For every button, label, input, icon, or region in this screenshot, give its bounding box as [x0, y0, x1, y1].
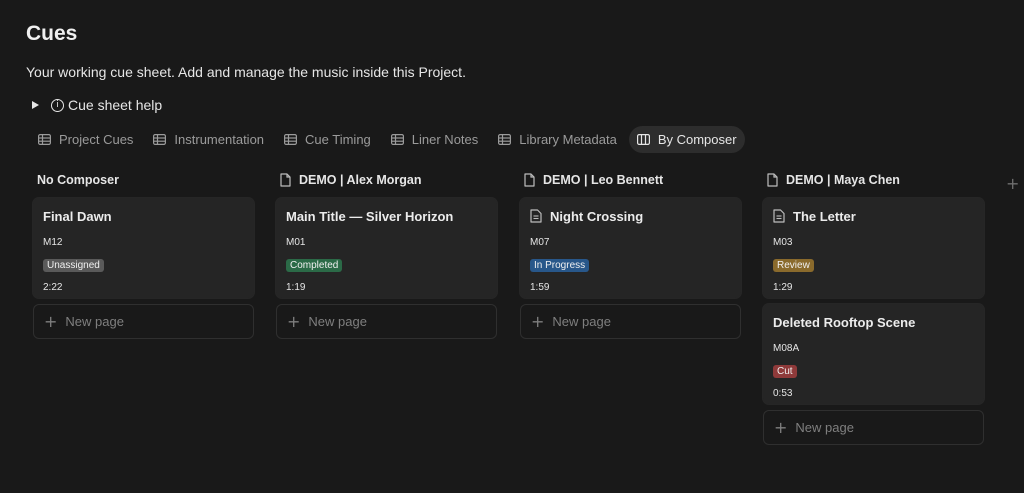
status-badge: In Progress — [530, 259, 590, 272]
card-title: Final Dawn — [43, 208, 112, 224]
page-description: Your working cue sheet. Add and manage t… — [26, 64, 466, 80]
cue-number: M07 — [530, 237, 550, 248]
plus-icon: + — [287, 312, 301, 331]
tab-instrumentation[interactable]: Instrumentation — [145, 126, 272, 153]
new-page-button[interactable]: + New page — [763, 410, 984, 445]
cue-card[interactable]: Main Title — Silver Horizon M01 Completed 1… — [276, 198, 497, 298]
card-title: Night Crossing — [550, 208, 644, 224]
document-icon — [530, 209, 542, 223]
cue-duration: 1:19 — [286, 282, 306, 293]
document-icon — [773, 209, 785, 223]
tab-label: Cue Timing — [305, 132, 371, 147]
column-header[interactable]: DEMO | Maya Chen — [763, 170, 984, 190]
cue-duration: 2:22 — [43, 282, 63, 293]
status-badge: Completed — [286, 259, 343, 272]
new-page-button[interactable]: + New page — [33, 304, 254, 339]
column-title: DEMO | Alex Morgan — [299, 173, 422, 187]
add-group-icon[interactable]: + — [1006, 174, 1019, 193]
tab-project-cues[interactable]: Project Cues — [30, 126, 141, 153]
board-column: No Composer Final Dawn M12 Unassigned 2:22 + N… — [33, 170, 254, 339]
table-icon — [38, 134, 51, 145]
tab-by-composer[interactable]: By Composer — [628, 126, 745, 153]
card-title: Main Title — Silver Horizon — [286, 208, 454, 224]
page-icon — [280, 173, 291, 187]
board-column: DEMO | Alex Morgan Main Title — Silver Ho… — [276, 170, 497, 339]
info-icon: i — [51, 98, 64, 112]
page-icon — [767, 173, 778, 187]
tab-label: By Composer — [657, 132, 737, 147]
column-header[interactable]: DEMO | Alex Morgan — [276, 170, 497, 190]
new-page-label: New page — [308, 314, 367, 329]
status-badge: Review — [773, 259, 814, 272]
cue-card[interactable]: The Letter M03 Review 1:29 — [763, 198, 984, 298]
tab-label: Project Cues — [59, 132, 134, 147]
board-column: DEMO | Maya Chen The Letter M03 Review 1:29 D… — [763, 170, 984, 445]
tab-library-metadata[interactable]: Library Metadata — [490, 126, 625, 153]
card-title: The Letter — [793, 208, 856, 224]
plus-icon: + — [531, 312, 545, 331]
cue-card[interactable]: Night Crossing M07 In Progress 1:59 — [520, 198, 741, 298]
tab-label: Instrumentation — [174, 132, 265, 147]
page-icon — [524, 173, 535, 187]
cue-number: M08A — [773, 343, 800, 354]
help-label: Cue sheet help — [68, 97, 163, 113]
new-page-label: New page — [552, 314, 611, 329]
column-header[interactable]: No Composer — [33, 170, 254, 190]
tab-liner-notes[interactable]: Liner Notes — [383, 126, 486, 153]
cue-sheet-help-toggle[interactable]: i Cue sheet help — [32, 97, 162, 113]
card-title-row: Deleted Rooftop Scene — [773, 314, 974, 330]
new-page-label: New page — [795, 420, 854, 435]
triangle-right-icon — [32, 101, 39, 109]
tab-cue-timing[interactable]: Cue Timing — [276, 126, 379, 153]
board-column: DEMO | Leo Bennett Night Crossing M07 In Pr… — [520, 170, 741, 339]
cue-duration: 1:29 — [773, 282, 793, 293]
cue-card[interactable]: Deleted Rooftop Scene M08A Cut 0:53 — [763, 304, 984, 404]
cue-number: M12 — [43, 237, 63, 248]
card-title-row: Final Dawn — [43, 208, 244, 224]
tab-label: Library Metadata — [519, 132, 617, 147]
page-title: Cues — [26, 22, 78, 45]
status-badge: Cut — [773, 365, 797, 378]
cue-card[interactable]: Final Dawn M12 Unassigned 2:22 — [33, 198, 254, 298]
new-page-button[interactable]: + New page — [520, 304, 741, 339]
table-icon — [390, 134, 404, 145]
card-title-row: Night Crossing — [530, 208, 731, 224]
card-title-row: The Letter — [773, 208, 974, 224]
table-icon — [498, 134, 512, 145]
new-page-label: New page — [65, 314, 124, 329]
cue-duration: 1:59 — [530, 282, 550, 293]
card-title: Deleted Rooftop Scene — [773, 314, 916, 330]
cue-number: M03 — [773, 237, 793, 248]
plus-icon: + — [44, 312, 58, 331]
plus-icon: + — [774, 418, 788, 437]
table-icon — [284, 134, 298, 145]
column-title: DEMO | Leo Bennett — [543, 173, 664, 187]
status-badge: Unassigned — [43, 259, 104, 272]
new-page-button[interactable]: + New page — [276, 304, 497, 339]
column-header[interactable]: DEMO | Leo Bennett — [520, 170, 741, 190]
column-title: No Composer — [37, 173, 119, 187]
column-title: DEMO | Maya Chen — [786, 173, 900, 187]
card-title-row: Main Title — Silver Horizon — [286, 208, 487, 224]
cue-number: M01 — [286, 237, 306, 248]
table-icon — [153, 134, 167, 145]
board-icon — [636, 134, 650, 145]
tab-label: Liner Notes — [411, 132, 479, 147]
view-tabs: Project Cues Instrumentation Cue Timing Lin… — [30, 126, 745, 153]
cue-duration: 0:53 — [773, 388, 793, 399]
